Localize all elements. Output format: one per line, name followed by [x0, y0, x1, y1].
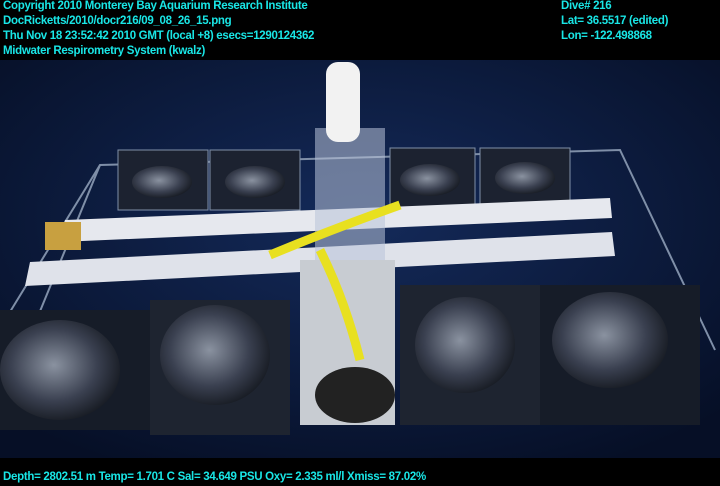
file-path-text: DocRicketts/2010/docr216/09_08_26_15.png — [3, 15, 232, 27]
timestamp-text: Thu Nov 18 23:52:42 2010 GMT (local +8) … — [3, 30, 315, 42]
copyright-text: Copyright 2010 Monterey Bay Aquarium Res… — [3, 0, 308, 12]
latitude-text: Lat= 36.5517 (edited) — [561, 15, 669, 27]
underwater-respirometry-scene — [0, 60, 720, 458]
longitude-text: Lon= -122.498868 — [561, 30, 652, 42]
center-chamber — [315, 367, 395, 423]
white-float — [326, 62, 360, 142]
brass-sensor — [45, 222, 81, 250]
sensor-readout-text: Depth= 2802.51 m Temp= 1.701 C Sal= 34.6… — [3, 471, 426, 483]
rov-camera-frame: Copyright 2010 Monterey Bay Aquarium Res… — [0, 0, 720, 486]
project-text: Midwater Respirometry System (kwalz) — [3, 45, 206, 57]
dive-number-text: Dive# 216 — [561, 0, 612, 12]
